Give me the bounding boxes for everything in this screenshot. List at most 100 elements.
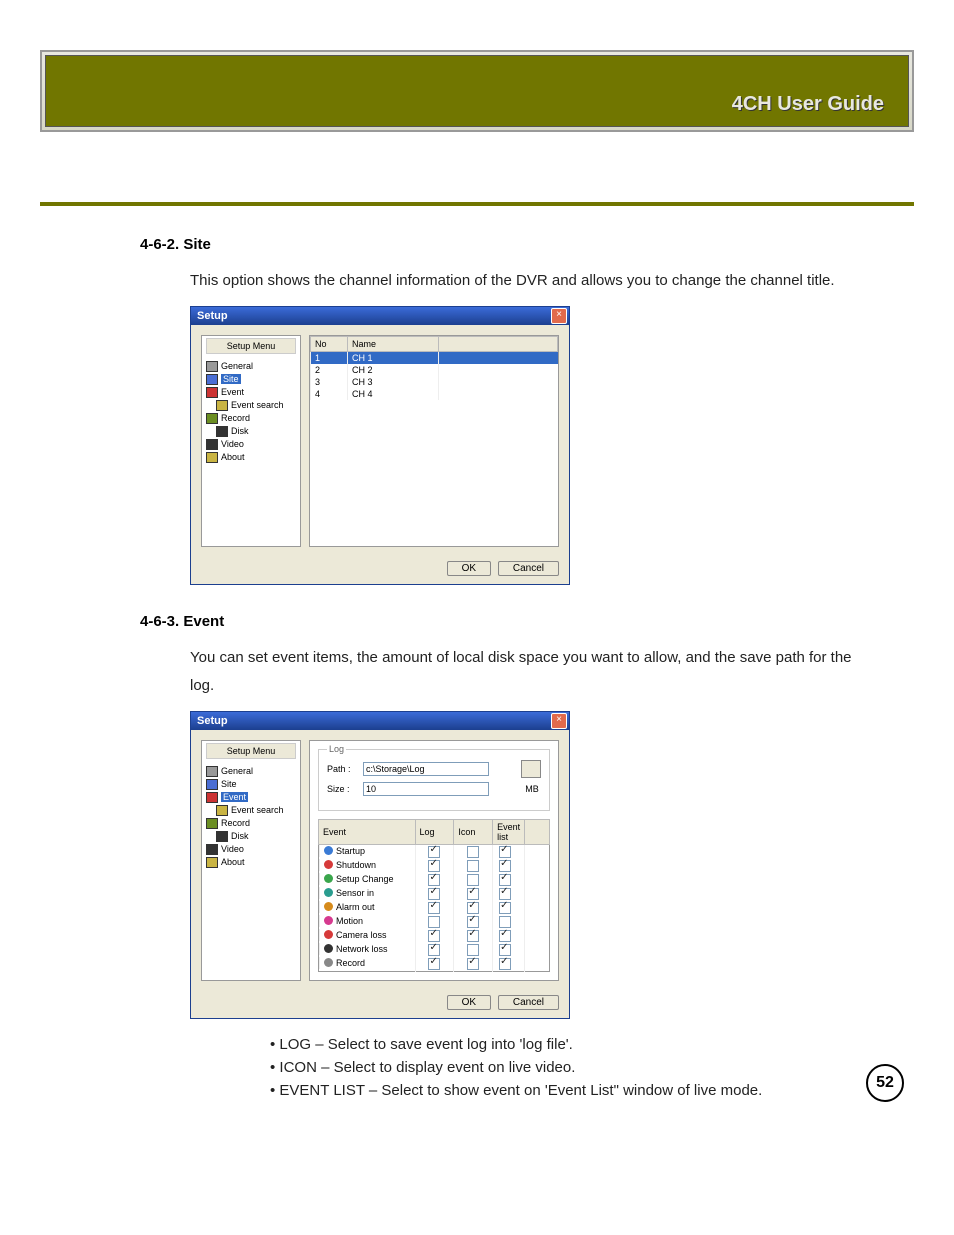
general-icon bbox=[206, 361, 218, 372]
bullet-log: • LOG – Select to save event log into 'l… bbox=[270, 1033, 914, 1056]
channel-table: No Name 1CH 12CH 23CH 34CH 4 bbox=[310, 336, 558, 400]
titlebar[interactable]: Setup × bbox=[191, 712, 569, 730]
table-row[interactable]: Startup bbox=[319, 844, 550, 859]
checkbox[interactable] bbox=[499, 860, 511, 872]
table-row[interactable]: Shutdown bbox=[319, 859, 550, 873]
header-title: 4CH User Guide bbox=[732, 93, 884, 116]
checkbox[interactable] bbox=[499, 958, 511, 970]
setup-dialog-event: Setup × Setup Menu General Site Event Ev… bbox=[190, 711, 570, 1019]
checkbox[interactable] bbox=[428, 916, 440, 928]
log-fieldset: Log Path : Size : MB bbox=[318, 749, 550, 811]
event-icon bbox=[206, 792, 218, 803]
tree-video[interactable]: Video bbox=[206, 843, 296, 856]
col-no[interactable]: No bbox=[311, 336, 348, 351]
col-event[interactable]: Event bbox=[319, 819, 416, 844]
section-head-event: 4-6-3. Event bbox=[140, 613, 914, 630]
table-row[interactable]: Camera loss bbox=[319, 929, 550, 943]
checkbox[interactable] bbox=[467, 888, 479, 900]
ok-button[interactable]: OK bbox=[447, 995, 491, 1010]
checkbox[interactable] bbox=[428, 846, 440, 858]
checkbox[interactable] bbox=[499, 902, 511, 914]
table-row[interactable]: 2CH 2 bbox=[311, 364, 558, 376]
browse-button[interactable] bbox=[521, 760, 541, 778]
checkbox[interactable] bbox=[499, 944, 511, 956]
event-icon bbox=[324, 916, 333, 925]
tree-event[interactable]: Event bbox=[206, 386, 296, 399]
general-icon bbox=[206, 766, 218, 777]
table-row[interactable]: Alarm out bbox=[319, 901, 550, 915]
tree-site[interactable]: Site bbox=[206, 373, 296, 386]
checkbox[interactable] bbox=[467, 874, 479, 886]
event-icon bbox=[324, 860, 333, 869]
checkbox[interactable] bbox=[467, 958, 479, 970]
checkbox[interactable] bbox=[428, 888, 440, 900]
checkbox[interactable] bbox=[467, 916, 479, 928]
titlebar[interactable]: Setup × bbox=[191, 307, 569, 325]
col-name[interactable]: Name bbox=[348, 336, 439, 351]
menu-panel: Setup Menu General Site Event Event sear… bbox=[201, 740, 301, 981]
tree-record[interactable]: Record bbox=[206, 412, 296, 425]
disk-icon bbox=[216, 831, 228, 842]
checkbox[interactable] bbox=[428, 860, 440, 872]
checkbox[interactable] bbox=[467, 860, 479, 872]
tree-general[interactable]: General bbox=[206, 360, 296, 373]
col-list[interactable]: Event list bbox=[493, 819, 525, 844]
event-icon bbox=[324, 958, 333, 967]
event-icon bbox=[324, 944, 333, 953]
checkbox[interactable] bbox=[499, 846, 511, 858]
event-icon bbox=[324, 846, 333, 855]
dialog-title: Setup bbox=[197, 715, 228, 727]
cancel-button[interactable]: Cancel bbox=[498, 561, 559, 576]
event-icon bbox=[206, 387, 218, 398]
checkbox[interactable] bbox=[467, 930, 479, 942]
checkbox[interactable] bbox=[499, 916, 511, 928]
checkbox[interactable] bbox=[428, 902, 440, 914]
tree-general[interactable]: General bbox=[206, 765, 296, 778]
checkbox[interactable] bbox=[499, 888, 511, 900]
section-text-event: You can set event items, the amount of l… bbox=[190, 644, 854, 701]
cancel-button[interactable]: Cancel bbox=[498, 995, 559, 1010]
bullet-list: • EVENT LIST – Select to show event on '… bbox=[270, 1079, 914, 1102]
checkbox[interactable] bbox=[428, 944, 440, 956]
checkbox[interactable] bbox=[499, 930, 511, 942]
menu-title: Setup Menu bbox=[206, 338, 296, 354]
tree-event[interactable]: Event bbox=[206, 791, 296, 804]
site-content: No Name 1CH 12CH 23CH 34CH 4 bbox=[309, 335, 559, 547]
checkbox[interactable] bbox=[428, 874, 440, 886]
divider bbox=[40, 202, 914, 206]
checkbox[interactable] bbox=[467, 944, 479, 956]
checkbox[interactable] bbox=[428, 930, 440, 942]
size-input[interactable] bbox=[363, 782, 489, 796]
tree-about[interactable]: About bbox=[206, 451, 296, 464]
header-frame: 4CH User Guide bbox=[40, 50, 914, 132]
checkbox[interactable] bbox=[467, 846, 479, 858]
event-search-icon bbox=[216, 805, 228, 816]
path-input[interactable] bbox=[363, 762, 489, 776]
col-log[interactable]: Log bbox=[415, 819, 454, 844]
checkbox[interactable] bbox=[499, 874, 511, 886]
table-row[interactable]: Setup Change bbox=[319, 873, 550, 887]
tree-video[interactable]: Video bbox=[206, 438, 296, 451]
table-row[interactable]: Sensor in bbox=[319, 887, 550, 901]
table-row[interactable]: 3CH 3 bbox=[311, 376, 558, 388]
ok-button[interactable]: OK bbox=[447, 561, 491, 576]
tree-event-search[interactable]: Event search bbox=[206, 804, 296, 817]
event-table: Event Log Icon Event list StartupShutdow… bbox=[318, 819, 550, 972]
checkbox[interactable] bbox=[428, 958, 440, 970]
close-icon[interactable]: × bbox=[551, 308, 567, 324]
checkbox[interactable] bbox=[467, 902, 479, 914]
table-row[interactable]: 4CH 4 bbox=[311, 388, 558, 400]
tree-about[interactable]: About bbox=[206, 856, 296, 869]
table-row[interactable]: Record bbox=[319, 957, 550, 972]
tree-record[interactable]: Record bbox=[206, 817, 296, 830]
menu-panel: Setup Menu General Site Event Event sear… bbox=[201, 335, 301, 547]
table-row[interactable]: Motion bbox=[319, 915, 550, 929]
col-icon[interactable]: Icon bbox=[454, 819, 493, 844]
tree-disk[interactable]: Disk bbox=[206, 425, 296, 438]
table-row[interactable]: Network loss bbox=[319, 943, 550, 957]
tree-site[interactable]: Site bbox=[206, 778, 296, 791]
table-row[interactable]: 1CH 1 bbox=[311, 351, 558, 364]
tree-event-search[interactable]: Event search bbox=[206, 399, 296, 412]
tree-disk[interactable]: Disk bbox=[206, 830, 296, 843]
close-icon[interactable]: × bbox=[551, 713, 567, 729]
